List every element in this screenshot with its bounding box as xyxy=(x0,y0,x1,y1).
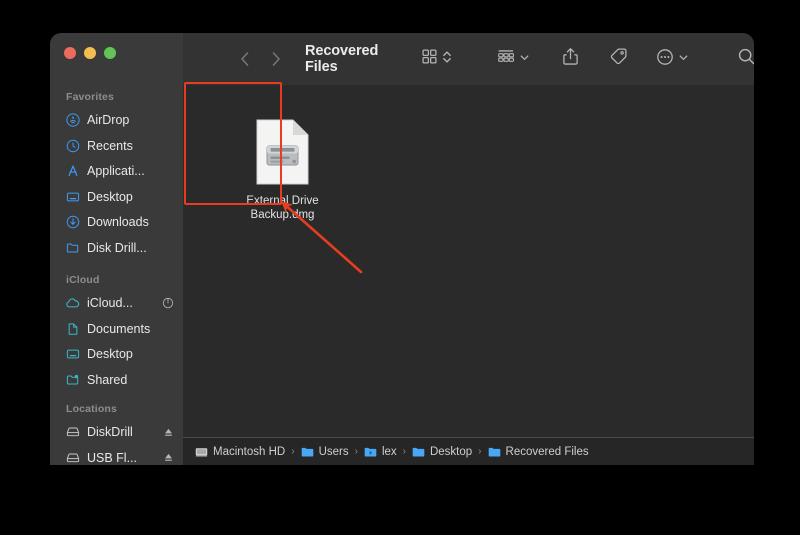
sidebar-section-locations: Locations DiskDrill USB Fl... xyxy=(50,402,183,465)
sidebar-item-disk-drill[interactable]: Disk Drill... xyxy=(50,237,183,259)
sidebar: Favorites AirDrop Recents Applicati... D… xyxy=(50,33,183,465)
drive-icon xyxy=(65,425,80,440)
sidebar-section-header: Locations xyxy=(66,403,117,415)
sidebar-item-usb-flash[interactable]: USB Fl... xyxy=(50,447,183,466)
sidebar-item-label: Applicati... xyxy=(87,164,145,178)
group-by-button[interactable] xyxy=(497,48,530,70)
sidebar-item-label: Desktop xyxy=(87,347,133,361)
finder-window: Favorites AirDrop Recents Applicati... D… xyxy=(50,33,754,465)
sidebar-item-applications[interactable]: Applicati... xyxy=(50,160,183,182)
breadcrumb-separator: › xyxy=(402,446,406,457)
folder-icon xyxy=(65,240,80,255)
desktop-icon xyxy=(65,189,80,204)
breadcrumb-item-lex[interactable]: lex xyxy=(364,446,397,458)
eject-icon[interactable] xyxy=(163,452,174,463)
page-title: Recovered Files xyxy=(305,43,379,75)
traffic-lights xyxy=(64,47,116,59)
forward-button[interactable] xyxy=(269,50,283,68)
file-name-line2: Backup.dmg xyxy=(250,209,315,221)
icon-view-grid-icon xyxy=(421,48,438,70)
tag-icon xyxy=(609,47,628,71)
dmg-disk-image-icon xyxy=(254,117,311,187)
search-button[interactable] xyxy=(737,47,754,71)
chevron-down-icon xyxy=(519,50,530,68)
sidebar-item-airdrop[interactable]: AirDrop xyxy=(50,109,183,131)
sidebar-item-label: Desktop xyxy=(87,189,133,204)
sidebar-section-favorites: Favorites AirDrop Recents Applicati... D… xyxy=(50,90,183,262)
sidebar-section-header: iCloud xyxy=(66,274,100,286)
sidebar-item-icloud-drive[interactable]: iCloud... xyxy=(50,292,183,314)
applications-icon xyxy=(65,164,80,179)
file-item[interactable]: External Drive Backup.dmg xyxy=(236,117,329,222)
navigation-arrows xyxy=(238,50,283,68)
sidebar-item-label: Documents xyxy=(87,321,151,336)
sidebar-item-documents[interactable]: Documents xyxy=(50,318,183,340)
clock-icon xyxy=(65,138,80,153)
toolbar: Recovered Files xyxy=(183,33,754,85)
screen: Favorites AirDrop Recents Applicati... D… xyxy=(0,0,800,535)
folder-icon xyxy=(488,446,501,458)
close-button[interactable] xyxy=(64,47,76,59)
sidebar-item-label: USB Fl... xyxy=(87,450,138,465)
folder-icon xyxy=(412,446,425,458)
breadcrumb-label: Macintosh HD xyxy=(213,445,286,458)
sidebar-section-icloud: iCloud iCloud... Documents Desktop Share… xyxy=(50,273,183,394)
document-icon xyxy=(65,321,80,336)
breadcrumb-item-users[interactable]: Users xyxy=(301,446,349,458)
breadcrumb-label: Users xyxy=(318,445,349,458)
more-actions-button[interactable] xyxy=(656,48,689,71)
sidebar-item-label: Disk Drill... xyxy=(87,240,147,255)
breadcrumb-item-recovered-files[interactable]: Recovered Files xyxy=(488,446,589,458)
file-grid: External Drive Backup.dmg xyxy=(183,85,754,465)
breadcrumb-item-desktop[interactable]: Desktop xyxy=(412,446,472,458)
tag-button[interactable] xyxy=(609,47,628,71)
sidebar-item-icloud-desktop[interactable]: Desktop xyxy=(50,343,183,365)
breadcrumb-label: Desktop xyxy=(429,445,473,458)
file-name-label: External Drive Backup.dmg xyxy=(238,194,328,222)
back-button[interactable] xyxy=(238,50,252,68)
drive-icon xyxy=(65,450,80,465)
progress-circle-icon xyxy=(162,297,174,309)
sidebar-item-diskdrill[interactable]: DiskDrill xyxy=(50,421,183,443)
sidebar-item-downloads[interactable]: Downloads xyxy=(50,211,183,233)
airdrop-icon xyxy=(65,113,80,128)
group-by-icon xyxy=(497,48,515,70)
breadcrumb-separator: › xyxy=(291,446,295,457)
icloud-icon xyxy=(65,296,80,311)
sidebar-item-label: Downloads xyxy=(87,215,149,229)
desktop-icon xyxy=(65,347,80,362)
sidebar-item-label: Recents xyxy=(87,138,133,153)
maximize-button[interactable] xyxy=(104,47,116,59)
home-folder-icon xyxy=(364,446,377,458)
folder-icon xyxy=(301,446,314,458)
breadcrumb-label: lex xyxy=(381,445,397,458)
sidebar-item-label: AirDrop xyxy=(87,113,130,127)
breadcrumb-label: Recovered Files xyxy=(505,445,589,458)
file-name-line1: External Drive xyxy=(246,195,319,207)
breadcrumb-separator: › xyxy=(478,446,482,457)
sidebar-item-desktop[interactable]: Desktop xyxy=(50,186,183,208)
sidebar-item-recents[interactable]: Recents xyxy=(50,135,183,157)
breadcrumb-item-macintosh-hd[interactable]: Macintosh HD xyxy=(195,446,285,458)
sidebar-section-header: Favorites xyxy=(66,91,115,103)
sidebar-item-label: iCloud... xyxy=(87,296,133,310)
chevron-down-icon xyxy=(678,50,689,68)
search-icon xyxy=(737,47,754,71)
sidebar-item-label: Shared xyxy=(87,372,128,387)
hard-drive-icon xyxy=(195,446,208,458)
view-mode-button[interactable] xyxy=(421,48,452,70)
share-icon xyxy=(562,47,579,71)
sidebar-item-label: DiskDrill xyxy=(87,425,133,439)
downloads-icon xyxy=(65,215,80,230)
more-ellipsis-icon xyxy=(656,48,674,71)
breadcrumb: Macintosh HD › Users › lex › Desktop › R… xyxy=(183,437,754,465)
shared-folder-icon xyxy=(65,372,80,387)
sidebar-item-shared[interactable]: Shared xyxy=(50,369,183,391)
eject-icon[interactable] xyxy=(163,427,174,438)
minimize-button[interactable] xyxy=(84,47,96,59)
chevron-up-down-icon xyxy=(442,49,452,70)
breadcrumb-separator: › xyxy=(354,446,358,457)
share-button[interactable] xyxy=(562,47,579,71)
